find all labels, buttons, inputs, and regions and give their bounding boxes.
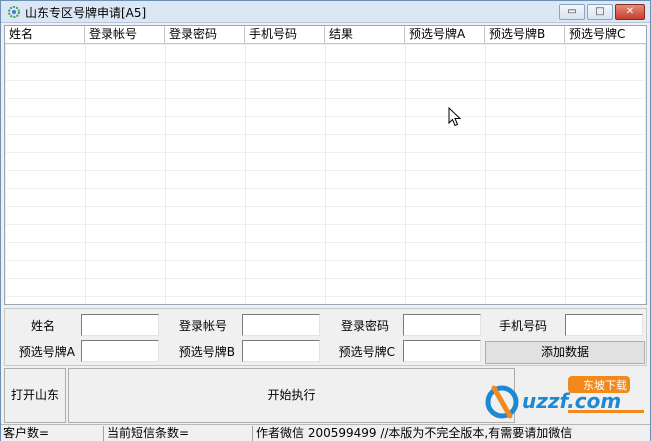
- column-header-password[interactable]: 登录密码: [165, 26, 245, 43]
- plate-c-label: 预选号牌C: [338, 345, 395, 359]
- grid-body[interactable]: [5, 44, 646, 304]
- author-wechat-status: 作者微信 200599499 //本版为不完全版本,有需要请加微信: [256, 426, 573, 440]
- customer-count-status: 客户数=: [1, 426, 104, 441]
- data-grid[interactable]: 姓名 登录帐号 登录密码 手机号码 结果 预选号牌A 预选号牌B 预选号牌C: [4, 25, 647, 305]
- plate-b-input[interactable]: [242, 340, 320, 362]
- main-window: 山东专区号牌申请[A5] ▭ □ ✕ 姓名 登录帐号 登录密码 手机号码 结果 …: [0, 0, 651, 441]
- account-input[interactable]: [242, 314, 320, 336]
- watermark-badge: 东坡下载: [583, 379, 627, 392]
- minimize-button[interactable]: ▭: [559, 4, 585, 20]
- name-label: 姓名: [30, 319, 55, 333]
- column-header-plate-b[interactable]: 预选号牌B: [485, 26, 565, 43]
- maximize-button[interactable]: □: [587, 4, 613, 20]
- column-header-account[interactable]: 登录帐号: [85, 26, 165, 43]
- add-data-button[interactable]: 添加数据: [485, 341, 645, 364]
- password-input[interactable]: [403, 314, 481, 336]
- plate-a-input[interactable]: [81, 340, 159, 362]
- phone-input[interactable]: [565, 314, 643, 336]
- phone-label: 手机号码: [498, 319, 547, 333]
- close-button[interactable]: ✕: [615, 4, 645, 20]
- column-header-phone[interactable]: 手机号码: [245, 26, 325, 43]
- action-area: 打开山东 开始执行 uzzf.com 东坡下载: [4, 368, 647, 423]
- open-shandong-button[interactable]: 打开山东: [4, 368, 66, 423]
- app-gear-icon: [8, 6, 20, 18]
- mouse-pointer-icon: [448, 107, 462, 127]
- name-input[interactable]: [81, 314, 159, 336]
- column-header-plate-a[interactable]: 预选号牌A: [405, 26, 485, 43]
- window-title: 山东专区号牌申请[A5]: [25, 6, 147, 20]
- sms-count-status: 当前短信条数=: [105, 426, 253, 441]
- column-header-result[interactable]: 结果: [325, 26, 405, 43]
- grid-header: 姓名 登录帐号 登录密码 手机号码 结果 预选号牌A 预选号牌B 预选号牌C: [5, 26, 646, 44]
- plate-b-label: 预选号牌B: [178, 345, 235, 359]
- plate-a-label: 预选号牌A: [18, 345, 75, 359]
- column-header-plate-c[interactable]: 预选号牌C: [565, 26, 646, 43]
- status-bar: 客户数= 当前短信条数= 作者微信 200599499 //本版为不完全版本,有…: [1, 424, 650, 441]
- column-header-name[interactable]: 姓名: [5, 26, 85, 43]
- plate-c-input[interactable]: [403, 340, 481, 362]
- start-execute-button[interactable]: 开始执行: [68, 368, 515, 423]
- entry-form: 姓名 登录帐号 登录密码 手机号码 预选号牌A 预选号牌B 预选号牌C 添加数据: [4, 308, 647, 366]
- account-label: 登录帐号: [178, 319, 227, 333]
- password-label: 登录密码: [340, 319, 389, 333]
- title-bar[interactable]: 山东专区号牌申请[A5] ▭ □ ✕: [1, 1, 650, 23]
